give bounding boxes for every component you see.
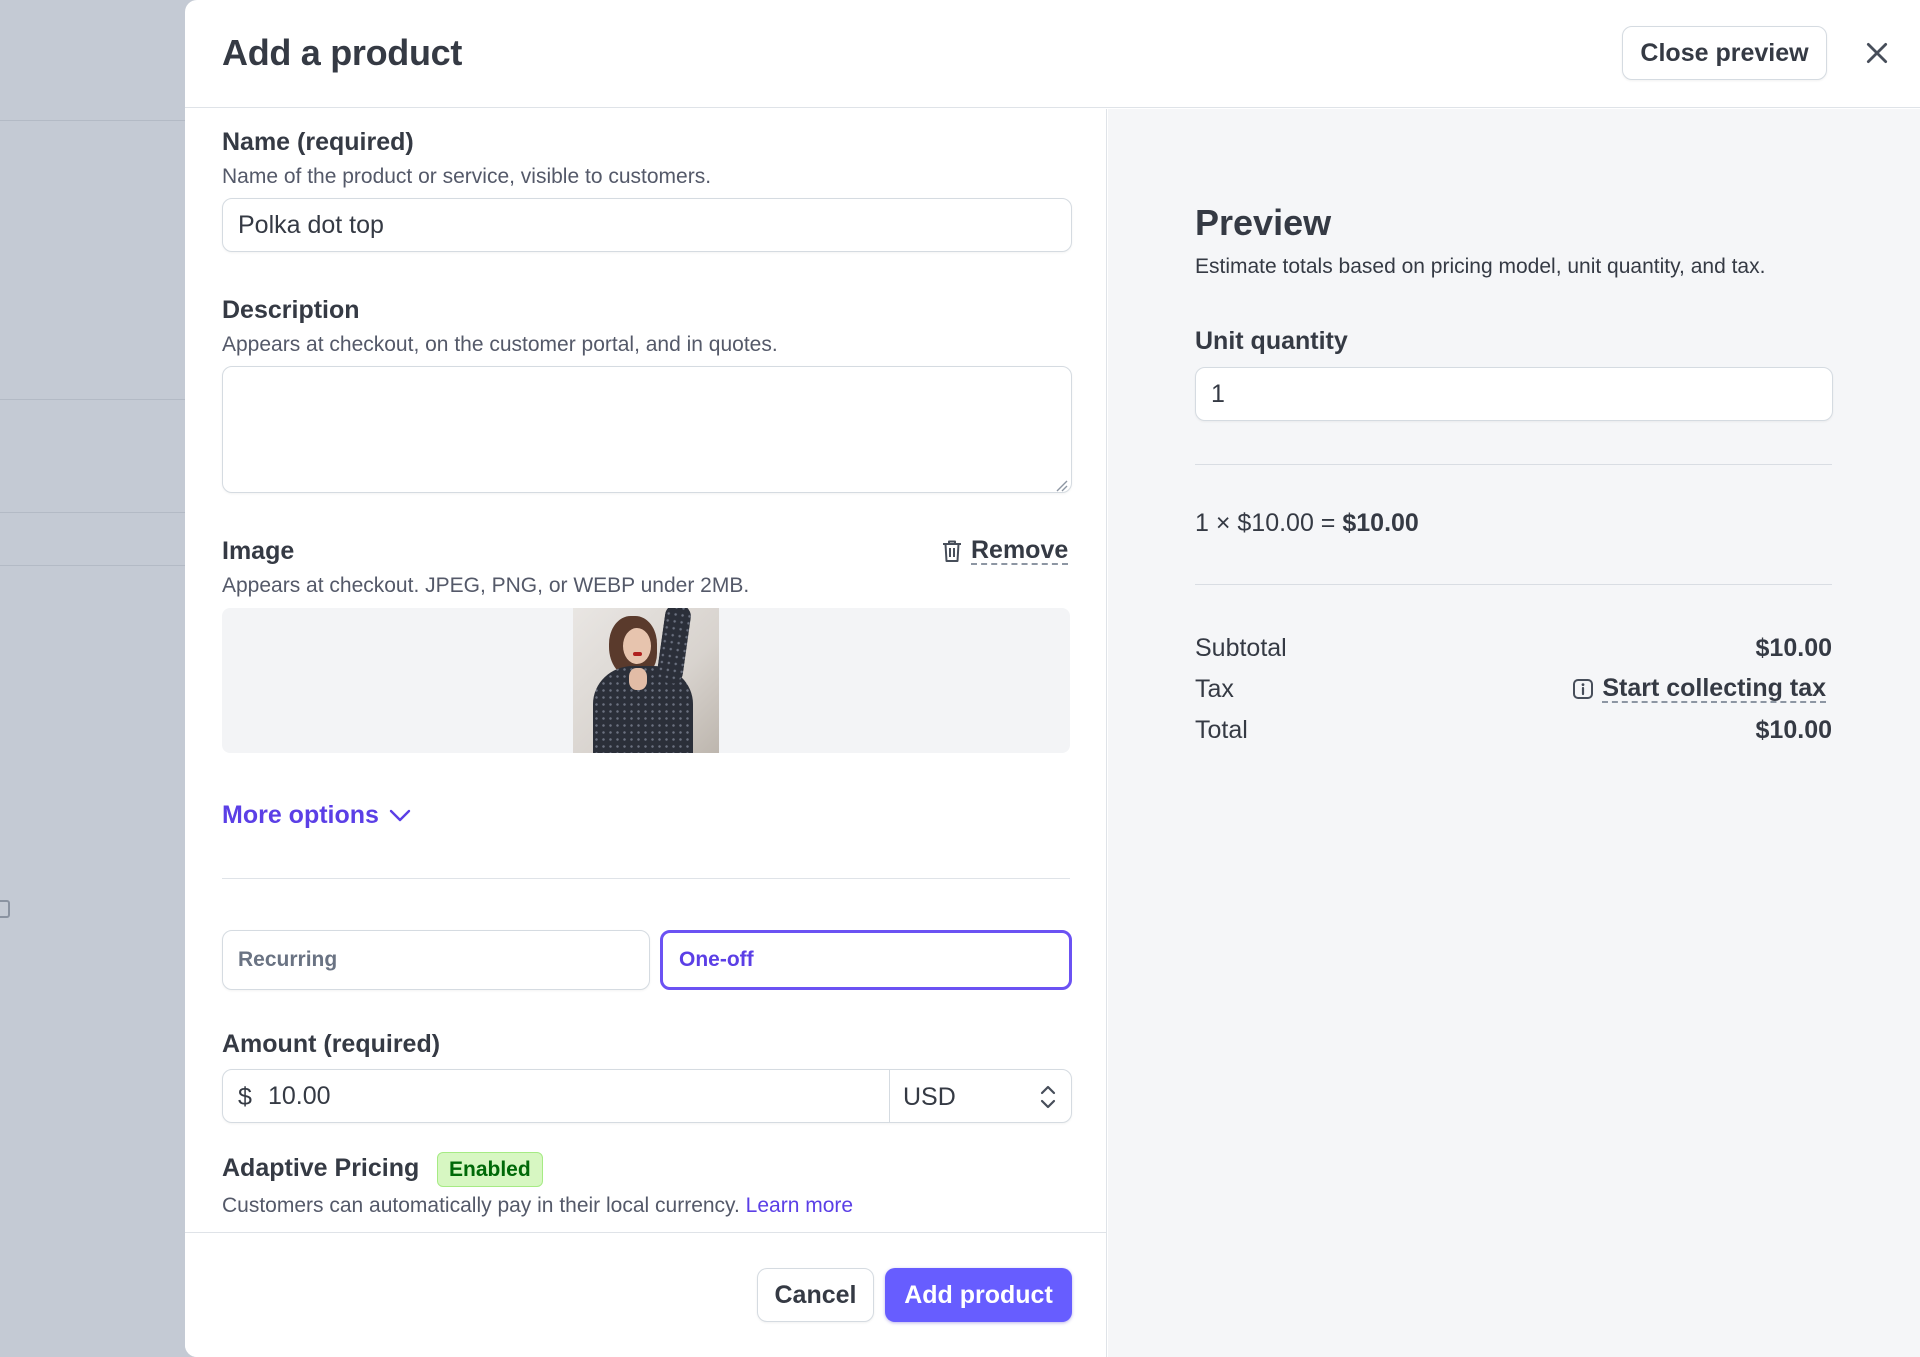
preview-divider (1195, 584, 1832, 585)
amount-input[interactable] (268, 1071, 868, 1121)
preview-subtitle: Estimate totals based on pricing model, … (1195, 255, 1766, 278)
backdrop-divider (0, 399, 200, 400)
chevron-up-down-icon (1040, 1085, 1056, 1109)
resize-grip-icon[interactable] (1054, 478, 1068, 492)
total-row: Total $10.00 (1195, 716, 1832, 748)
description-hint: Appears at checkout, on the customer por… (222, 333, 778, 356)
modal-header: Add a product Close preview (185, 0, 1920, 108)
calc-expression: 1 × $10.00 = (1195, 509, 1343, 537)
tax-link-label: Start collecting tax (1602, 674, 1826, 703)
backdrop-info-icon (0, 900, 10, 918)
tax-row: Tax Start collecting tax (1195, 675, 1832, 707)
add-product-modal: Add a product Close preview Name (requir… (185, 0, 1920, 1357)
description-textarea[interactable] (222, 366, 1072, 493)
trash-icon (943, 540, 961, 562)
pricing-one-off-option[interactable]: One-off (660, 930, 1072, 990)
status-badge: Enabled (437, 1152, 543, 1187)
more-options-toggle[interactable]: More options (222, 801, 411, 830)
unit-quantity-label: Unit quantity (1195, 327, 1348, 355)
amount-field: $ USD (222, 1069, 1072, 1123)
more-options-label: More options (222, 801, 379, 829)
currency-select[interactable]: USD (889, 1070, 1072, 1122)
image-label: Image (222, 537, 295, 565)
total-value: $10.00 (1755, 716, 1832, 744)
adaptive-pricing-label: Adaptive Pricing (222, 1154, 420, 1182)
close-modal-button[interactable] (1857, 34, 1897, 74)
pricing-recurring-option[interactable]: Recurring (222, 930, 650, 990)
remove-image-button[interactable]: Remove (941, 536, 1069, 565)
thumbnail-arm (655, 608, 693, 686)
thumbnail-lips (633, 652, 642, 656)
section-divider (222, 878, 1070, 879)
description-label: Description (222, 296, 360, 324)
amount-label: Amount (required) (222, 1030, 441, 1058)
subtotal-label: Subtotal (1195, 634, 1287, 662)
add-product-button[interactable]: Add product (885, 1268, 1072, 1322)
thumbnail-face (623, 628, 651, 664)
backdrop-divider (0, 512, 200, 513)
unit-quantity-input[interactable] (1195, 367, 1833, 421)
adaptive-pricing-hint-text: Customers can automatically pay in their… (222, 1194, 740, 1217)
product-image-thumbnail (573, 608, 719, 753)
name-hint: Name of the product or service, visible … (222, 165, 712, 188)
close-preview-button[interactable]: Close preview (1622, 26, 1827, 80)
thumbnail-hand (629, 668, 647, 690)
currency-value: USD (903, 1083, 956, 1111)
chevron-down-icon (389, 809, 411, 821)
image-preview-area[interactable] (222, 608, 1070, 753)
preview-panel: Preview Estimate totals based on pricing… (1108, 109, 1920, 1357)
remove-label: Remove (971, 536, 1069, 565)
info-icon (1573, 679, 1594, 699)
calc-result: $10.00 (1342, 509, 1419, 537)
image-hint: Appears at checkout. JPEG, PNG, or WEBP … (222, 574, 750, 597)
preview-divider (1195, 464, 1832, 465)
tax-label: Tax (1195, 675, 1234, 703)
price-calculation: 1 × $10.00 = $10.00 (1195, 509, 1419, 538)
currency-symbol: $ (238, 1083, 252, 1111)
name-label: Name (required) (222, 128, 414, 156)
close-icon (1866, 42, 1888, 63)
start-collecting-tax-link[interactable]: Start collecting tax (1572, 675, 1826, 703)
total-label: Total (1195, 716, 1248, 744)
subtotal-value: $10.00 (1755, 634, 1832, 662)
subtotal-row: Subtotal $10.00 (1195, 634, 1832, 666)
product-form: Name (required) Name of the product or s… (185, 109, 1107, 1232)
adaptive-pricing-hint: Customers can automatically pay in their… (222, 1194, 853, 1218)
modal-footer: Cancel Add product (185, 1232, 1107, 1357)
learn-more-link[interactable]: Learn more (746, 1194, 853, 1217)
modal-title: Add a product (222, 32, 463, 73)
cancel-button[interactable]: Cancel (757, 1268, 874, 1322)
backdrop-divider (0, 120, 200, 121)
backdrop-divider (0, 565, 200, 566)
preview-title: Preview (1195, 202, 1332, 243)
name-input[interactable] (222, 198, 1072, 252)
page-backdrop (0, 0, 200, 1357)
